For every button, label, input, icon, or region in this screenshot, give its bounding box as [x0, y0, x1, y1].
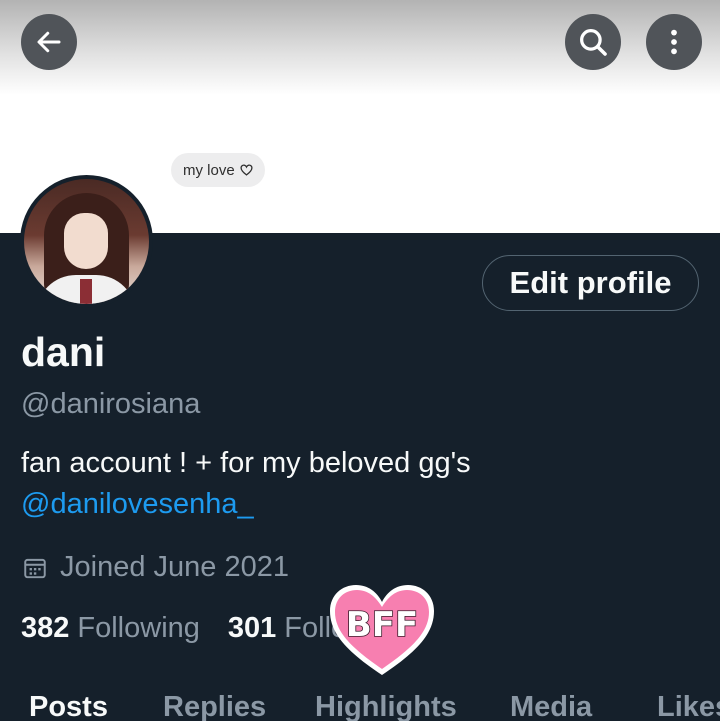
message-bubble: my love: [171, 153, 265, 187]
bio-text: fan account ! + for my beloved gg's: [21, 447, 471, 479]
user-handle: @danirosiana: [21, 388, 201, 420]
following-count: 382: [21, 612, 70, 644]
calendar-icon: [24, 558, 46, 578]
search-button[interactable]: [565, 14, 621, 70]
bff-heart-sticker: BFF: [330, 585, 434, 675]
back-button[interactable]: [21, 14, 77, 70]
avatar[interactable]: [20, 175, 153, 308]
tab-highlights[interactable]: Highlights: [315, 691, 457, 721]
joined-date: Joined June 2021: [22, 551, 289, 584]
following-label: Following: [77, 612, 200, 644]
following-stat[interactable]: 382 Following: [21, 612, 200, 645]
message-text: my love: [183, 161, 235, 179]
tab-media[interactable]: Media: [510, 691, 592, 721]
more-button[interactable]: [646, 14, 702, 70]
edit-profile-button[interactable]: Edit profile: [482, 255, 699, 311]
arrow-left-icon: [37, 31, 61, 53]
display-name: dani: [21, 329, 106, 375]
search-icon: [580, 29, 607, 56]
tab-likes[interactable]: Likes: [657, 691, 720, 721]
heart-outline-icon: [240, 164, 253, 176]
profile-section: Edit profile dani @danirosiana fan accou…: [0, 233, 720, 721]
sticker-text: BFF: [346, 605, 418, 645]
more-vertical-icon: [671, 29, 677, 55]
tab-posts[interactable]: Posts: [29, 691, 108, 721]
tab-replies[interactable]: Replies: [163, 691, 266, 721]
avatar-photo: [24, 179, 149, 304]
followers-count: 301: [227, 612, 277, 644]
bio-mention-link[interactable]: @danilovesenha_: [21, 488, 254, 521]
joined-text: Joined June 2021: [60, 551, 289, 583]
profile-tabs: Posts Replies Highlights Media Likes: [0, 691, 720, 721]
